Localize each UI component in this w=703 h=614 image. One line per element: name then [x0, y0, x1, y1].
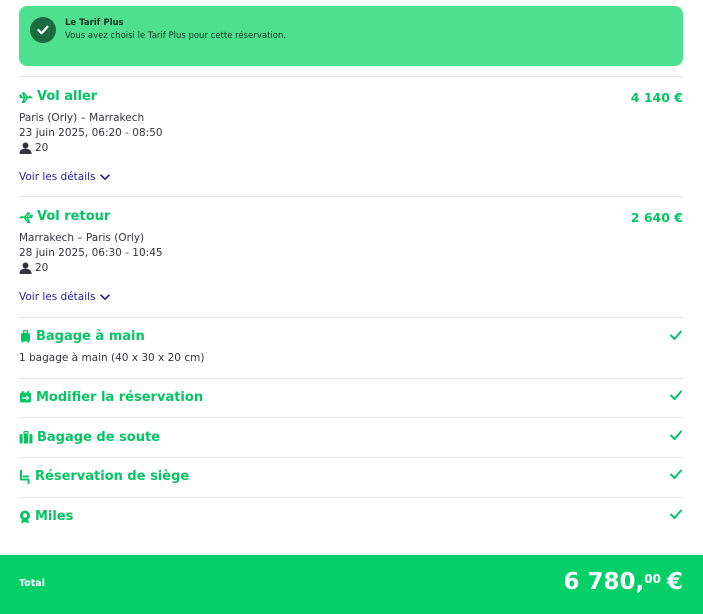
chevron-down-icon: [99, 173, 110, 180]
divider: [19, 497, 683, 498]
return-price: 2 640 €: [630, 210, 683, 225]
feature-modify-booking-label: Modifier la réservation: [36, 390, 204, 405]
feature-hand-baggage: Bagage à main: [19, 329, 145, 344]
feature-seat-reservation-label: Réservation de siège: [35, 469, 190, 484]
banner-subtitle: Vous avez choisi le Tarif Plus pour cett…: [65, 31, 287, 41]
check-circle-icon: [30, 17, 56, 43]
feature-checked-baggage: Bagage de soute: [19, 430, 160, 445]
outbound-flight-title: Vol aller: [19, 89, 97, 104]
divider: [19, 196, 683, 197]
feature-modify-booking: Modifier la réservation: [19, 390, 203, 405]
divider: [19, 76, 683, 77]
outbound-passenger-count: 20: [35, 142, 49, 154]
total-currency: €: [666, 569, 683, 595]
return-flight-label: Vol retour: [37, 209, 111, 224]
banner-title: Le Tarif Plus: [65, 18, 124, 28]
divider: [19, 417, 683, 418]
return-route: Marrakech – Paris (Orly): [19, 232, 145, 244]
return-passenger-count: 20: [35, 262, 49, 274]
fare-confirmation-banner: Le Tarif Plus Vous avez choisi le Tarif …: [19, 6, 683, 66]
return-details-link[interactable]: Voir les détails: [19, 291, 110, 303]
included-check-icon: [670, 430, 682, 440]
return-passengers: 20: [19, 262, 48, 274]
chevron-down-icon: [99, 293, 110, 300]
total-amount: 6 780, 00 €: [564, 569, 683, 595]
outbound-details-label: Voir les détails: [19, 171, 96, 183]
plane-return-icon: [19, 211, 33, 223]
checked-baggage-icon: [19, 431, 33, 444]
divider: [19, 457, 683, 458]
feature-hand-baggage-label: Bagage à main: [36, 329, 145, 344]
hand-baggage-icon: [21, 330, 30, 343]
total-bar: Total 6 780, 00 €: [0, 555, 703, 614]
miles-icon: [20, 510, 30, 523]
total-label: Total: [19, 578, 45, 589]
included-check-icon: [670, 509, 682, 519]
person-icon: [19, 142, 32, 154]
outbound-route: Paris (Orly) – Marrakech: [19, 112, 145, 124]
modify-booking-icon: [20, 391, 31, 403]
seat-icon: [20, 469, 30, 484]
return-details-label: Voir les détails: [19, 291, 96, 303]
total-amount-cents: 00: [644, 572, 661, 586]
total-amount-main: 6 780,: [563, 569, 645, 595]
feature-hand-baggage-description: 1 bagage à main (40 x 30 x 20 cm): [19, 352, 205, 364]
divider: [19, 378, 683, 379]
outbound-datetime: 23 juin 2025, 06:20 - 08:50: [19, 127, 163, 139]
included-check-icon: [670, 390, 682, 400]
feature-checked-baggage-label: Bagage de soute: [37, 430, 161, 445]
divider: [19, 317, 683, 318]
plane-departure-icon: [19, 91, 33, 103]
included-check-icon: [670, 469, 682, 479]
return-datetime: 28 juin 2025, 06:30 - 10:45: [19, 247, 163, 259]
outbound-passengers: 20: [19, 142, 48, 154]
feature-seat-reservation: Réservation de siège: [19, 469, 189, 484]
feature-miles-label: Miles: [35, 509, 74, 524]
person-icon: [19, 262, 32, 274]
outbound-flight-label: Vol aller: [37, 89, 98, 104]
outbound-details-link[interactable]: Voir les détails: [19, 171, 110, 183]
outbound-price: 4 140 €: [630, 90, 683, 105]
return-flight-title: Vol retour: [19, 209, 110, 224]
feature-miles: Miles: [19, 509, 73, 524]
included-check-icon: [670, 330, 682, 340]
